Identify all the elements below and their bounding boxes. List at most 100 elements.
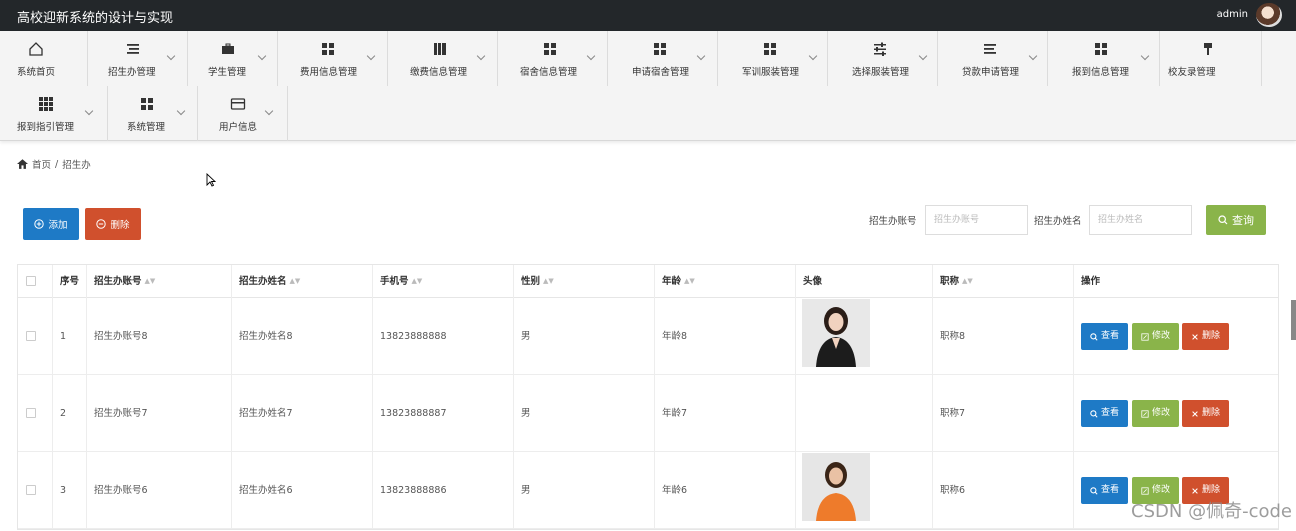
row-delete-button[interactable]: 删除 [1182, 400, 1229, 427]
nav-item-uniform[interactable]: 军训服装管理 [718, 31, 828, 86]
cell-gender: 男 [514, 298, 655, 375]
row-checkbox[interactable] [26, 485, 36, 495]
nav-item-dorm-apply[interactable]: 申请宿舍管理 [608, 31, 718, 86]
nav-item-report-guide[interactable]: 报到指引管理 [0, 86, 108, 141]
breadcrumb: 首页 / 招生办 [17, 157, 91, 171]
query-button[interactable]: 查询 [1206, 205, 1266, 235]
nav-item-select-uniform[interactable]: 选择服装管理 [828, 31, 938, 86]
avatar[interactable] [1256, 3, 1282, 27]
grid-icon [654, 43, 666, 55]
home-icon [29, 42, 43, 56]
edit-button[interactable]: 修改 [1132, 400, 1179, 427]
chevron-down-icon [366, 51, 376, 61]
row-checkbox[interactable] [26, 331, 36, 341]
chevron-down-icon [696, 51, 706, 61]
cell-gender: 男 [514, 375, 655, 452]
edit-icon [1141, 409, 1149, 418]
app-title: 高校迎新系统的设计与实现 [17, 11, 174, 26]
column-age[interactable]: 年龄 ▲▼ [655, 265, 796, 298]
cell-gender: 男 [514, 452, 655, 529]
cell-actions: 查看 修改 删除 [1074, 298, 1278, 375]
home-icon [17, 159, 28, 169]
column-title[interactable]: 职称 ▲▼ [933, 265, 1074, 298]
cell-avatar [796, 375, 933, 452]
chevron-down-icon [84, 106, 94, 116]
sort-icon[interactable]: ▲▼ [684, 265, 695, 298]
view-button[interactable]: 查看 [1081, 400, 1128, 427]
view-button[interactable]: 查看 [1081, 477, 1128, 504]
chevron-down-icon [176, 106, 186, 116]
cell-phone: 13823888887 [373, 375, 514, 452]
row-delete-button[interactable]: 删除 [1182, 323, 1229, 350]
cell-account: 招生办账号6 [87, 452, 232, 529]
briefcase-icon [222, 43, 234, 54]
column-name[interactable]: 招生办姓名 ▲▼ [232, 265, 373, 298]
nav-item-fee-info[interactable]: 费用信息管理 [278, 31, 388, 86]
card-icon [230, 98, 246, 110]
search-icon [1218, 215, 1228, 225]
column-phone[interactable]: 手机号 ▲▼ [373, 265, 514, 298]
edit-button[interactable]: 修改 [1132, 323, 1179, 350]
column-avatar[interactable]: 头像 [796, 265, 933, 298]
nav-item-report-info[interactable]: 报到信息管理 [1048, 31, 1160, 86]
cell-account: 招生办账号8 [87, 298, 232, 375]
column-account[interactable]: 招生办账号 ▲▼ [87, 265, 232, 298]
nav-item-dorm-info[interactable]: 宿舍信息管理 [498, 31, 608, 86]
cell-index: 2 [53, 375, 87, 452]
cell-age: 年龄8 [655, 298, 796, 375]
column-gender[interactable]: 性别 ▲▼ [514, 265, 655, 298]
nav-item-user-info[interactable]: 用户信息 [198, 86, 288, 141]
nav-item-students[interactable]: 学生管理 [188, 31, 278, 86]
chevron-down-icon [476, 51, 486, 61]
add-button[interactable]: 添加 [23, 208, 79, 240]
cell-account: 招生办账号7 [87, 375, 232, 452]
delete-button[interactable]: 删除 [85, 208, 141, 240]
nav-item-payment-info[interactable]: 缴费信息管理 [388, 31, 498, 86]
sort-icon[interactable]: ▲▼ [543, 265, 554, 298]
avatar-photo[interactable] [802, 453, 870, 521]
grid-icon [764, 43, 776, 55]
pin-icon [1204, 43, 1212, 55]
nav-item-home[interactable]: 系统首页 [0, 31, 88, 86]
cell-name: 招生办姓名6 [232, 452, 373, 529]
avatar-photo[interactable] [802, 299, 870, 367]
user-name[interactable]: admin [1217, 9, 1248, 20]
sort-icon[interactable]: ▲▼ [290, 265, 301, 298]
grid-icon [544, 43, 556, 55]
grid-icon [1095, 43, 1107, 55]
cell-avatar [796, 298, 933, 375]
account-search-label: 招生办账号 [869, 216, 917, 227]
nav-item-admissions[interactable]: 招生办管理 [88, 31, 188, 86]
nav-item-alumni[interactable]: 校友录管理 [1160, 31, 1262, 86]
book-icon [434, 43, 446, 55]
cell-age: 年龄6 [655, 452, 796, 529]
page-scrollbar[interactable] [1291, 300, 1296, 340]
nav-item-system[interactable]: 系统管理 [108, 86, 198, 141]
cell-actions: 查看 修改 删除 [1074, 375, 1278, 452]
search-icon [1090, 332, 1098, 341]
close-icon [1192, 487, 1198, 494]
breadcrumb-home[interactable]: 首页 [32, 157, 51, 171]
cell-index: 3 [53, 452, 87, 529]
top-header: 高校迎新系统的设计与实现 admin [0, 0, 1296, 31]
cell-index: 1 [53, 298, 87, 375]
row-checkbox[interactable] [26, 408, 36, 418]
name-search-label: 招生办姓名 [1034, 216, 1082, 227]
sort-icon[interactable]: ▲▼ [145, 265, 156, 298]
account-search-input[interactable] [925, 205, 1028, 235]
cell-age: 年龄7 [655, 375, 796, 452]
cell-title: 职称8 [933, 298, 1074, 375]
sort-icon[interactable]: ▲▼ [962, 265, 973, 298]
nav-item-loan[interactable]: 贷款申请管理 [938, 31, 1048, 86]
column-index[interactable]: 序号 [53, 265, 87, 298]
select-all-checkbox[interactable] [26, 276, 36, 286]
data-table: 序号 招生办账号 ▲▼ 招生办姓名 ▲▼ 手机号 ▲▼ 性别 ▲▼ 年龄 ▲▼ 头像 职称… [17, 264, 1279, 530]
view-button[interactable]: 查看 [1081, 323, 1128, 350]
cell-title: 职称7 [933, 375, 1074, 452]
chevron-down-icon [1140, 51, 1150, 61]
chevron-down-icon [257, 51, 267, 61]
name-search-input[interactable] [1089, 205, 1192, 235]
sort-icon[interactable]: ▲▼ [412, 265, 423, 298]
cell-phone: 13823888886 [373, 452, 514, 529]
list-icon [127, 44, 139, 54]
